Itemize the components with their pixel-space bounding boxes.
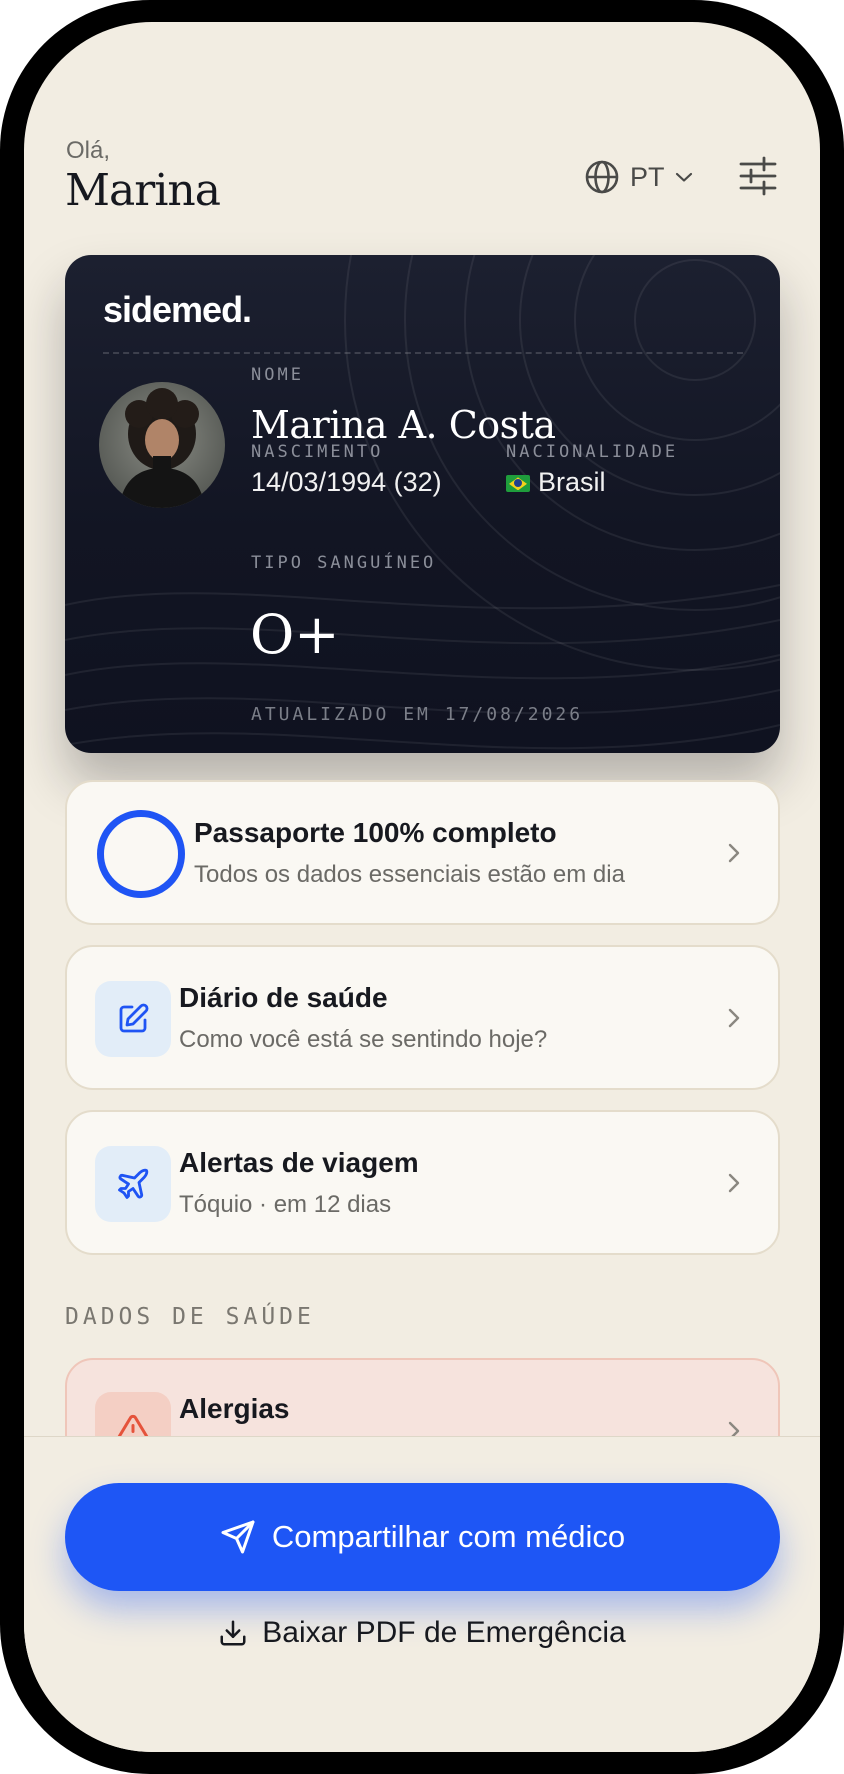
nationality-label: NACIONALIDADE [506,442,679,462]
sliders-icon[interactable] [738,156,778,196]
medical-id-card[interactable]: sidemed. NOME Marina A. Costa NASCIMENTO… [65,255,780,753]
card-divider [103,352,743,354]
passport-status-card[interactable]: Passaporte 100% completo Todos os dados … [65,780,780,925]
share-with-doctor-button[interactable]: Compartilhar com médico [65,1483,780,1591]
travel-title: Alertas de viagem [179,1147,419,1178]
nationality-value: Brasil [506,467,606,498]
share-button-label: Compartilhar com médico [271,1519,626,1554]
download-pdf-button[interactable]: Baixar PDF de Emergência [24,1605,820,1661]
section-heading: DADOS DE SAÚDE [65,1304,315,1330]
bottom-action-bar: Compartilhar com médico Baixar PDF de Em… [24,1436,820,1752]
diary-icon-tile [95,981,171,1057]
patient-name: Marina A. Costa [251,403,556,447]
birth-label: NASCIMENTO [251,442,384,462]
edit-icon [119,1003,149,1033]
download-icon [220,1620,246,1646]
user-name: Marina [65,165,221,216]
passport-subtitle: Todos os dados essenciais estão em dia [194,861,625,888]
diary-title: Diário de saúde [179,982,388,1013]
language-selector[interactable]: PT [584,157,693,197]
blood-type-value: O+ [250,603,340,666]
globe-icon [585,160,619,194]
brand-logo: sidemed. [103,289,252,330]
chevron-right-icon [728,1008,740,1028]
travel-subtitle: Tóquio · em 12 dias [179,1191,392,1218]
diary-subtitle: Como você está se sentindo hoje? [179,1026,548,1053]
send-icon [221,1520,255,1554]
device-frame: Olá, Marina PT sidemed. NOME Marina A. C… [0,0,844,1774]
blood-type-label: TIPO SANGUÍNEO [251,553,437,573]
health-diary-card[interactable]: Diário de saúde Como você está se sentin… [65,945,780,1090]
travel-alerts-card[interactable]: Alertas de viagem Tóquio · em 12 dias [65,1110,780,1255]
airplane-icon [118,1168,149,1199]
chevron-right-icon [728,1173,740,1193]
brazil-flag-icon [506,475,530,493]
chevron-down-icon [675,172,692,182]
birth-value: 14/03/1994 (32) [251,467,442,497]
avatar [99,382,225,508]
app-screen: Olá, Marina PT sidemed. NOME Marina A. C… [24,22,820,1752]
language-code: PT [630,161,665,192]
greeting-label: Olá, [66,137,111,164]
chevron-right-icon [728,843,740,863]
travel-icon-tile [95,1146,171,1222]
progress-ring [97,810,185,898]
nationality-text: Brasil [538,467,606,497]
pdf-button-label: Baixar PDF de Emergência [262,1616,626,1649]
name-label: NOME [251,365,304,385]
allergies-title: Alergias [179,1393,290,1424]
passport-title: Passaporte 100% completo [194,817,557,848]
updated-date: ATUALIZADO EM 17/08/2026 [251,704,584,725]
